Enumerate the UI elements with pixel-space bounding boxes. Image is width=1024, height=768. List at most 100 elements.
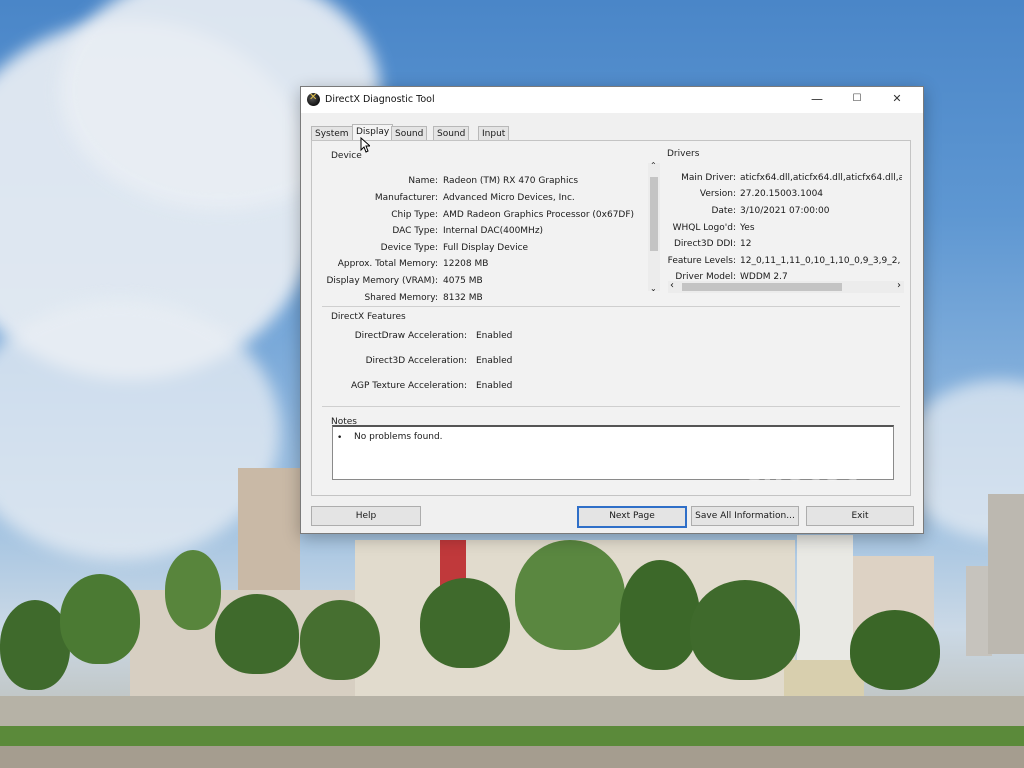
help-button[interactable]: Help [311,506,421,526]
feature-row: Direct3D Acceleration: Enabled [312,356,612,369]
device-row-label: Device Type: [380,243,438,253]
device-scrollbar[interactable]: ⌃ ⌄ [648,161,660,293]
save-all-information-button[interactable]: Save All Information... [691,506,799,526]
tab-sound-1[interactable]: Sound 1 [391,126,428,153]
driver-row: Date: 3/10/2021 07:00:00 [662,206,902,219]
device-row-value: 4075 MB [443,276,483,286]
scroll-left-icon[interactable]: ‹ [670,280,674,291]
tree [60,574,140,664]
mouse-cursor-icon [360,137,370,153]
device-row: Approx. Total Memory: 12208 MB [312,259,612,272]
device-row: Chip Type: AMD Radeon Graphics Processor… [312,210,634,223]
scroll-thumb[interactable] [650,177,658,251]
watermark: chotot [745,453,861,488]
driver-row-label: Driver Model: [675,272,736,281]
drivers-list: Main Driver: aticfx64.dll,aticfx64.dll,a… [662,141,902,281]
tree [620,560,700,670]
tree [420,578,510,668]
device-row-label: Chip Type: [391,210,438,220]
dxdiag-window: DirectX Diagnostic Tool — ☐ ✕ System Dis… [300,86,924,534]
device-row: Name: Radeon (TM) RX 470 Graphics [312,176,612,189]
driver-row-value: Yes [740,223,755,233]
device-row-value: 12208 MB [443,259,489,269]
device-row: Manufacturer: Advanced Micro Devices, In… [312,193,612,206]
device-row-value: Full Display Device [443,243,529,253]
driver-row-value: WDDM 2.7 [740,272,788,281]
tree [515,540,625,650]
scroll-thumb[interactable] [682,283,842,291]
close-button[interactable]: ✕ [877,88,917,110]
drivers-scrollbar[interactable]: ‹ › [668,280,904,293]
tree [165,550,221,630]
device-row-value: Internal DAC(400MHz) [443,226,544,236]
device-row: Device Type: Full Display Device [312,243,612,256]
monument-column [797,535,853,663]
device-row-value: AMD Radeon Graphics Processor (0x67DF) [443,210,635,220]
driver-row-label: WHQL Logo'd: [672,223,736,233]
driver-row-label: Feature Levels: [667,256,736,266]
device-list: Name: Radeon (TM) RX 470 Graphics Manufa… [312,141,652,303]
device-row-label: DAC Type: [392,226,438,236]
note-item: No problems found. [354,432,443,442]
device-row-value: Radeon (TM) RX 470 Graphics [443,176,579,186]
feature-row-label: AGP Texture Acceleration: [350,381,467,391]
driver-row-label: Main Driver: [681,173,736,183]
driver-row: Driver Model: WDDM 2.7 [662,272,902,281]
device-row-label: Display Memory (VRAM): [326,276,438,286]
device-row-value: 8132 MB [443,293,483,303]
feature-row-value: Enabled [476,331,513,341]
feature-row: AGP Texture Acceleration: Enabled [312,381,612,394]
tree [690,580,800,680]
driver-row-value: 12_0,11_1,11_0,10_1,10_0,9_3,9_2, [740,256,901,266]
driver-row-label: Version: [699,189,736,199]
divider [322,406,900,407]
tree [850,610,940,690]
note-bullet: • [337,433,343,443]
title-bar[interactable]: DirectX Diagnostic Tool — ☐ ✕ [301,87,923,113]
tab-input[interactable]: Input [478,126,510,141]
device-row-label: Approx. Total Memory: [337,259,438,269]
driver-row-value: 12 [740,239,752,249]
device-row: DAC Type: Internal DAC(400MHz) [312,226,612,239]
building [988,494,1024,654]
driver-row-value: 27.20.15003.1004 [740,189,824,199]
exit-button[interactable]: Exit [806,506,914,526]
driver-row-value: aticfx64.dll,aticfx64.dll,aticfx64.dll,a… [740,173,902,183]
scroll-up-icon[interactable]: ⌃ [650,161,657,170]
display-panel: Device Name: Radeon (TM) RX 470 Graphics… [311,140,911,496]
device-row-label: Manufacturer: [374,193,438,203]
driver-row: Version: 27.20.15003.1004 [662,189,902,202]
minimize-button[interactable]: — [797,88,837,110]
tree [215,594,299,674]
scroll-down-icon[interactable]: ⌄ [650,284,657,293]
directx-icon [307,92,320,106]
driver-row-label: Direct3D DDI: [673,239,736,249]
driver-row: Main Driver: aticfx64.dll,aticfx64.dll,a… [662,173,902,186]
maximize-button[interactable]: ☐ [837,88,877,110]
driver-row: Direct3D DDI: 12 [662,239,902,252]
device-row-label: Name: [408,176,438,186]
plaza [0,696,1024,730]
feature-row-value: Enabled [476,356,513,366]
device-row-value: Advanced Micro Devices, Inc. [443,193,575,203]
lawn [0,726,1024,746]
tab-system[interactable]: System [311,126,353,141]
feature-row-value: Enabled [476,381,513,391]
feature-row-label: DirectDraw Acceleration: [354,331,467,341]
sidewalk [0,746,1024,768]
driver-row-value: 3/10/2021 07:00:00 [740,206,830,216]
device-row: Shared Memory: 8132 MB [312,293,612,306]
scroll-right-icon[interactable]: › [897,280,901,291]
device-row-label: Shared Memory: [364,293,438,303]
tab-sound-2[interactable]: Sound 2 [433,126,470,153]
feature-row: DirectDraw Acceleration: Enabled [312,331,612,344]
driver-row: Feature Levels: 12_0,11_1,11_0,10_1,10_0… [662,256,902,269]
device-row: Display Memory (VRAM): 4075 MB [312,276,612,289]
next-page-button[interactable]: Next Page [577,506,687,528]
divider [322,306,900,307]
driver-row: WHQL Logo'd: Yes [662,223,902,236]
features-group-label: DirectX Features [331,312,406,322]
tree [300,600,380,680]
feature-row-label: Direct3D Acceleration: [365,356,467,366]
window-title: DirectX Diagnostic Tool [325,94,435,105]
